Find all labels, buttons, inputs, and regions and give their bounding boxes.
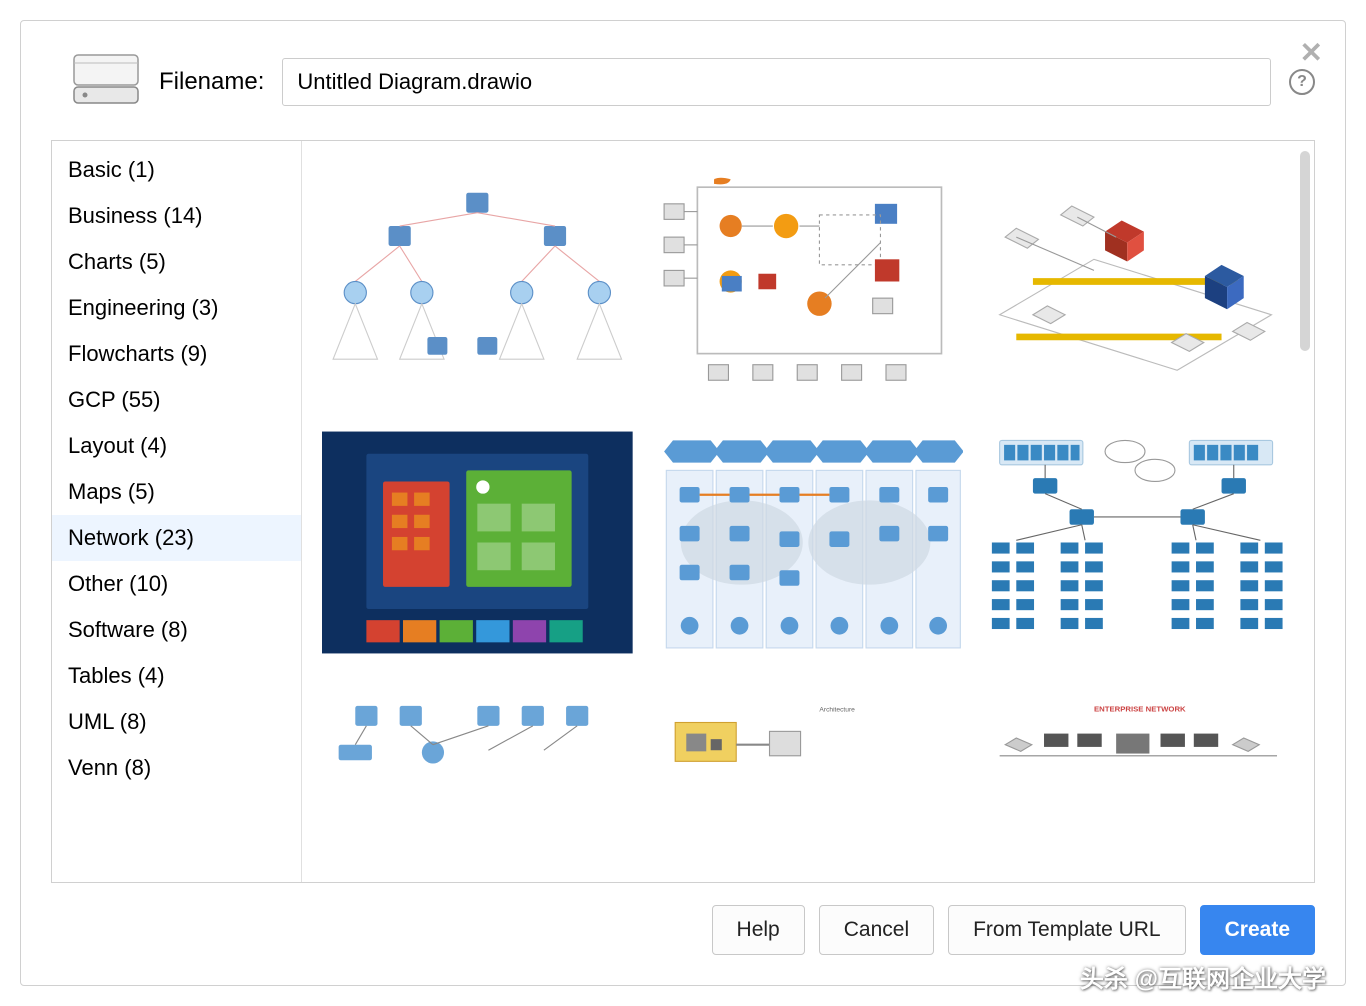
template-thumb-6[interactable] (983, 426, 1294, 659)
filename-input[interactable] (282, 58, 1271, 106)
sidebar-item-flowcharts[interactable]: Flowcharts (9) (52, 331, 301, 377)
sidebar-item-venn[interactable]: Venn (8) (52, 745, 301, 791)
sidebar-item-engineering[interactable]: Engineering (3) (52, 285, 301, 331)
sidebar-item-software[interactable]: Software (8) (52, 607, 301, 653)
header-row: Filename: ? (51, 51, 1315, 112)
sidebar-item-maps[interactable]: Maps (5) (52, 469, 301, 515)
help-button[interactable]: Help (712, 905, 805, 955)
scrollbar-thumb[interactable] (1300, 151, 1310, 351)
cancel-button[interactable]: Cancel (819, 905, 934, 955)
template-thumb-5[interactable] (653, 426, 964, 659)
category-sidebar: Basic (1) Business (14) Charts (5) Engin… (52, 141, 302, 882)
new-diagram-dialog: ✕ Filename: ? Basic (1) Business (14) Ch… (20, 20, 1346, 986)
create-button[interactable]: Create (1200, 905, 1315, 955)
sidebar-item-basic[interactable]: Basic (1) (52, 147, 301, 193)
sidebar-item-charts[interactable]: Charts (5) (52, 239, 301, 285)
sidebar-item-uml[interactable]: UML (8) (52, 699, 301, 745)
template-grid: Architecture ENTERPRISE NETWORK (302, 141, 1314, 882)
sidebar-item-gcp[interactable]: GCP (55) (52, 377, 301, 423)
template-thumb-3[interactable] (983, 165, 1294, 398)
sidebar-item-layout[interactable]: Layout (4) (52, 423, 301, 469)
template-thumb-4[interactable] (322, 426, 633, 659)
help-icon[interactable]: ? (1289, 69, 1315, 95)
sidebar-item-other[interactable]: Other (10) (52, 561, 301, 607)
template-thumb-9[interactable]: ENTERPRISE NETWORK (983, 687, 1294, 780)
sidebar-item-tables[interactable]: Tables (4) (52, 653, 301, 699)
svg-text:ENTERPRISE NETWORK: ENTERPRISE NETWORK (1094, 704, 1186, 713)
footer-row: Help Cancel From Template URL Create (51, 905, 1315, 955)
sidebar-item-business[interactable]: Business (14) (52, 193, 301, 239)
close-icon[interactable]: ✕ (1300, 39, 1323, 67)
main-content: Basic (1) Business (14) Charts (5) Engin… (51, 140, 1315, 883)
from-template-url-button[interactable]: From Template URL (948, 905, 1186, 955)
filename-label: Filename: (159, 68, 264, 96)
device-drive-icon (71, 51, 141, 112)
template-thumb-1[interactable] (322, 165, 633, 398)
sidebar-item-network[interactable]: Network (23) (52, 515, 301, 561)
template-thumb-7[interactable] (322, 687, 633, 780)
template-thumb-2[interactable] (653, 165, 964, 398)
template-thumb-8[interactable]: Architecture (653, 687, 964, 780)
svg-text:Architecture: Architecture (819, 706, 855, 713)
